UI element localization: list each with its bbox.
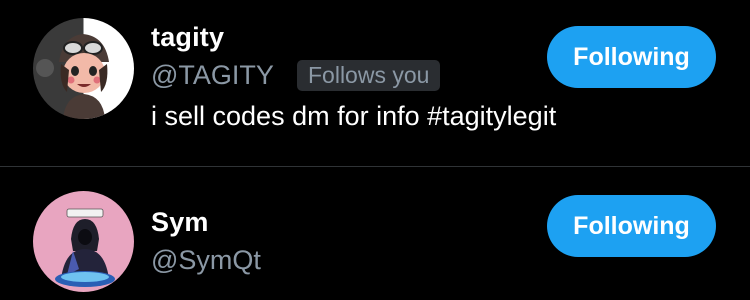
follows-you-badge: Follows you	[297, 60, 441, 91]
user-bio: i sell codes dm for info #tagitylegit	[151, 101, 557, 131]
display-name[interactable]: tagity	[151, 22, 224, 53]
following-button[interactable]: Following	[547, 195, 716, 257]
user-row[interactable]: tagity @TAGITY Follows you i sell codes …	[0, 0, 750, 166]
following-button[interactable]: Following	[547, 26, 716, 88]
user-handle: @TAGITY	[151, 60, 274, 90]
user-row[interactable]: Sym @SymQt Following	[0, 167, 750, 300]
avatar[interactable]	[33, 18, 134, 119]
cartoon-aviator-avatar-icon	[33, 18, 134, 119]
hooded-character-avatar-icon	[33, 191, 134, 292]
avatar[interactable]	[33, 191, 134, 292]
user-handle: @SymQt	[151, 245, 261, 275]
display-name[interactable]: Sym	[151, 207, 209, 238]
